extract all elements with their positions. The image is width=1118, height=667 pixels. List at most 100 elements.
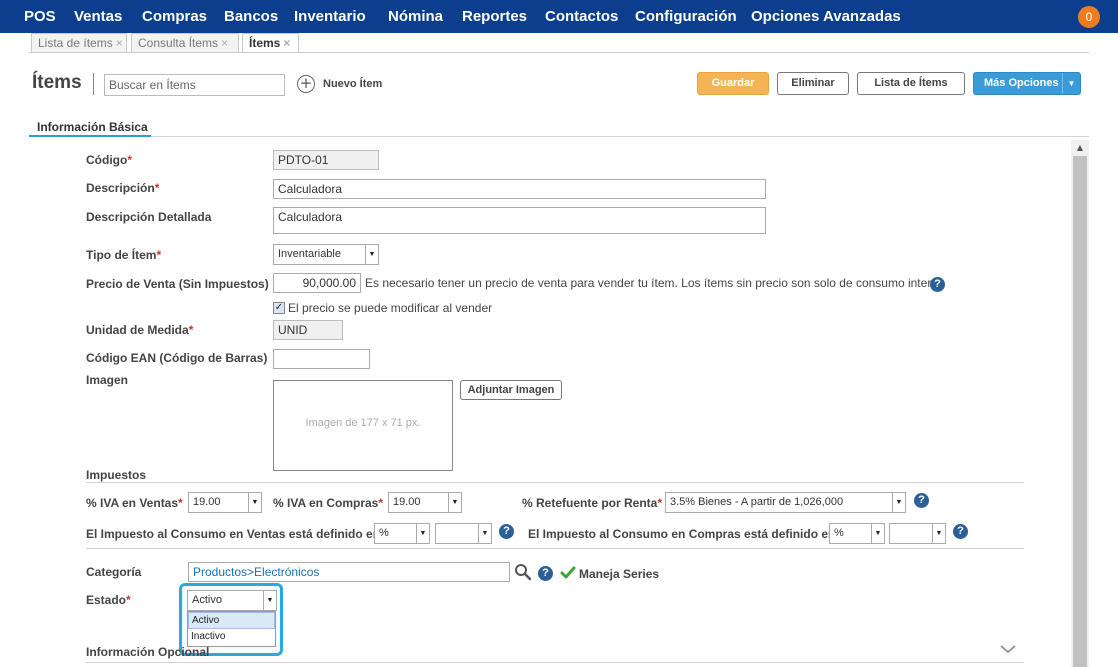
nav-nomina[interactable]: Nómina [388, 8, 443, 25]
check-icon [560, 566, 576, 579]
chevron-down-icon: ▼ [248, 493, 261, 512]
tab-lista-items[interactable]: Lista de ítems × [31, 33, 127, 53]
close-icon[interactable]: × [221, 36, 228, 50]
top-navigation-bar: POS Ventas Compras Bancos Inventario Nóm… [0, 0, 1118, 33]
help-icon[interactable]: ? [930, 277, 945, 292]
divider [86, 548, 1024, 549]
descripcion-label: Descripción* [86, 181, 160, 195]
iva-ventas-label: % IVA en Ventas* [86, 496, 183, 510]
estado-label: Estado* [86, 593, 131, 607]
retefuente-value: 3.5% Bienes - A partir de 1,026,000 [670, 496, 844, 508]
precio-modificable-checkbox[interactable]: ✓ [273, 302, 285, 314]
codigo-field[interactable]: PDTO-01 [273, 150, 379, 170]
active-tab-indicator [29, 135, 151, 137]
consumo-compras-label: El Impuesto al Consumo en Compras está d… [528, 527, 836, 541]
tab-consulta-items[interactable]: Consulta Ítems × [131, 33, 239, 53]
title-divider [93, 73, 94, 95]
item-list-button[interactable]: Lista de Ítems [857, 72, 965, 95]
page-title: Ítems [32, 72, 82, 93]
retefuente-select[interactable]: 3.5% Bienes - A partir de 1,026,000 ▼ [665, 492, 906, 513]
estado-option-activo[interactable]: Activo [188, 612, 275, 629]
ean-label: Código EAN (Código de Barras) [86, 351, 268, 365]
consumo-compras-unit-value: % [834, 527, 844, 539]
estado-select[interactable]: Activo ▼ [187, 590, 277, 611]
iva-compras-value: 19.00 [393, 496, 421, 508]
consumo-ventas-unit-value: % [379, 527, 389, 539]
help-icon[interactable]: ? [953, 524, 968, 539]
help-icon[interactable]: ? [499, 524, 514, 539]
chevron-down-icon: ▼ [416, 524, 429, 543]
new-item-label: Nuevo Ítem [323, 78, 383, 90]
maneja-series-label: Maneja Series [579, 567, 660, 581]
plus-circle-icon: + [297, 75, 315, 93]
nav-bancos[interactable]: Bancos [224, 8, 278, 25]
imagen-label: Imagen [86, 373, 129, 387]
tab-items[interactable]: Ítems × [242, 33, 299, 53]
nav-ventas[interactable]: Ventas [74, 8, 122, 25]
categoria-field[interactable]: Productos>Electrónicos [188, 562, 510, 582]
estado-value: Activo [192, 594, 222, 606]
vertical-scrollbar[interactable]: ▲ [1071, 140, 1089, 667]
nav-pos[interactable]: POS [24, 8, 56, 25]
consumo-ventas-unit-select[interactable]: % ▼ [374, 523, 430, 544]
retefuente-label: % Retefuente por Renta* [522, 496, 663, 510]
descripcion-detallada-field[interactable]: Calculadora [273, 207, 766, 234]
tipo-item-value: Inventariable [278, 248, 341, 260]
help-icon[interactable]: ? [538, 566, 553, 581]
nav-opciones-avanzadas[interactable]: Opciones Avanzadas [751, 8, 901, 25]
chevron-down-icon: ▼ [365, 245, 378, 264]
unidad-field[interactable]: UNID [273, 320, 343, 340]
nav-compras[interactable]: Compras [142, 8, 207, 25]
impuestos-heading: Impuestos [86, 468, 147, 482]
chevron-down-icon: ▼ [478, 524, 491, 543]
image-upload-area[interactable]: Imagen de 177 x 71 px. [273, 380, 453, 471]
more-options-button[interactable]: Más Opciones ▼ [973, 72, 1081, 95]
consumo-compras-unit-select[interactable]: % ▼ [829, 523, 885, 544]
chevron-down-icon: ▼ [871, 524, 884, 543]
more-options-label: Más Opciones [984, 77, 1059, 89]
chevron-down-icon[interactable] [1000, 643, 1016, 655]
chevron-down-icon: ▼ [892, 493, 905, 512]
informacion-opcional-header[interactable]: Información Opcional [86, 645, 209, 659]
estado-option-inactivo[interactable]: Inactivo [188, 629, 275, 646]
help-icon[interactable]: ? [914, 493, 929, 508]
precio-note: Es necesario tener un precio de venta pa… [365, 276, 945, 290]
chevron-down-icon: ▼ [263, 591, 276, 610]
chevron-down-icon: ▼ [448, 493, 461, 512]
delete-button[interactable]: Eliminar [777, 72, 849, 95]
search-icon[interactable] [514, 563, 532, 581]
descripcion-field[interactable]: Calculadora [273, 179, 766, 199]
tab-label: Consulta Ítems [138, 36, 219, 50]
tipo-item-select[interactable]: Inventariable ▼ [273, 244, 379, 265]
nav-configuracion[interactable]: Configuración [635, 8, 737, 25]
nav-reportes[interactable]: Reportes [462, 8, 527, 25]
nav-inventario[interactable]: Inventario [294, 8, 366, 25]
consumo-ventas-label: El Impuesto al Consumo en Ventas está de… [86, 527, 381, 541]
iva-compras-select[interactable]: 19.00 ▼ [388, 492, 462, 513]
close-icon[interactable]: × [283, 36, 290, 50]
consumo-ventas-value-select[interactable]: ▼ [435, 523, 492, 544]
new-item-button[interactable]: + Nuevo Ítem [297, 74, 382, 94]
notification-badge[interactable]: 0 [1078, 6, 1100, 28]
iva-ventas-value: 19.00 [193, 496, 221, 508]
precio-field[interactable]: 90,000.00 [273, 273, 361, 293]
attach-image-button[interactable]: Adjuntar Imagen [460, 380, 562, 400]
scroll-up-arrow-icon[interactable]: ▲ [1071, 140, 1089, 155]
save-button[interactable]: Guardar [697, 72, 769, 95]
tab-label: Ítems [249, 36, 281, 50]
close-icon[interactable]: × [116, 36, 123, 50]
unidad-label: Unidad de Medida* [86, 323, 194, 337]
tab-informacion-basica[interactable]: Información Básica [37, 120, 148, 134]
tab-divider [29, 52, 1089, 53]
ean-field[interactable] [273, 349, 370, 369]
nav-contactos[interactable]: Contactos [545, 8, 618, 25]
iva-ventas-select[interactable]: 19.00 ▼ [188, 492, 262, 513]
image-placeholder-text: Imagen de 177 x 71 px. [305, 417, 421, 429]
consumo-compras-value-select[interactable]: ▼ [889, 523, 946, 544]
caret-down-icon[interactable]: ▼ [1062, 73, 1080, 94]
tab-strip: Lista de ítems × Consulta Ítems × Ítems × [0, 33, 1118, 53]
estado-dropdown-list: Activo Inactivo [187, 611, 276, 647]
scroll-thumb[interactable] [1073, 156, 1087, 667]
search-input[interactable] [104, 74, 285, 96]
precio-label: Precio de Venta (Sin Impuestos) [86, 277, 269, 291]
